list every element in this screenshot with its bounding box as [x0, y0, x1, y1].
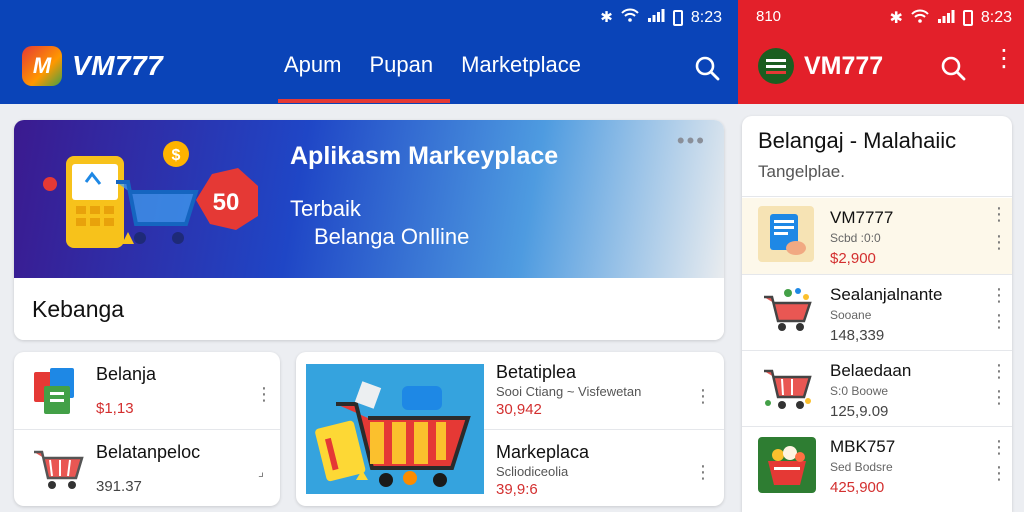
list-item[interactable]: MBK757 Sed Bodsre 425,900 ⋮ ⋮	[742, 426, 1012, 502]
product-subtitle: Scliodiceolia	[496, 464, 569, 479]
item-price: 425,900	[830, 479, 885, 496]
product-name: Belanja	[96, 364, 157, 384]
banner-footer: Kebanga	[14, 278, 724, 340]
cart-icon	[764, 288, 812, 331]
featured-product-card: Betatiplea Sooi Ctiang ~ Visfewetan 30,9…	[296, 352, 724, 506]
search-icon[interactable]	[940, 55, 966, 81]
item-price: 125,9.09	[830, 403, 889, 420]
app-logo[interactable]: M	[22, 46, 62, 86]
battery-icon	[962, 10, 973, 26]
discount-badge: 50	[213, 189, 240, 216]
menu-lines-icon	[766, 59, 786, 74]
item-subtitle: Sooane	[830, 308, 872, 322]
cart-icon	[34, 450, 84, 489]
product-list-card: Belanja $1,13 ⋮ Belatanpeloc 391.37 ⌟	[14, 352, 280, 506]
status-time: 8:23	[980, 9, 1012, 26]
wifi-icon	[621, 8, 639, 27]
banner-subtitle-2: Belanga Onlline	[314, 224, 470, 249]
item-name: Sealanjalnante	[830, 285, 943, 304]
product-price: 30,942	[496, 401, 542, 418]
more-vert-icon[interactable]: ⋮	[990, 361, 1008, 381]
item-subtitle: S:0 Boowe	[830, 384, 889, 398]
item-subtitle: Scbd :0:0	[830, 231, 881, 245]
search-icon[interactable]	[694, 55, 720, 81]
tab-marketplace[interactable]: Marketplace	[461, 52, 581, 82]
shopping-illustration: $ 50	[43, 141, 258, 248]
more-vert-icon[interactable]: ⋮	[992, 47, 1016, 71]
status-left-text: 810	[756, 8, 782, 25]
bluetooth-icon: ✱	[889, 10, 903, 27]
app-brand-name: VM777	[804, 52, 884, 80]
more-vert-icon[interactable]: ⋮	[694, 462, 712, 482]
list-item[interactable]: Belatanpeloc 391.37 ⌟	[14, 429, 280, 506]
panel-subtitle: Tangelplae.	[758, 162, 845, 181]
nav-tabs: Apum Pupan Marketplace	[284, 52, 581, 82]
list-item[interactable]: Betatiplea Sooi Ctiang ~ Visfewetan 30,9…	[484, 352, 724, 429]
product-name: Markeplaca	[496, 442, 590, 462]
more-vert-icon[interactable]: ⋮	[255, 384, 273, 404]
signal-icon	[937, 9, 955, 28]
banner-title: Aplikasm Markeyplace	[290, 142, 559, 170]
more-vert-icon[interactable]: ⋮	[990, 437, 1008, 457]
app-header: ✱ 8:23 M VM777 Apum Pupan Marketplace	[0, 0, 738, 104]
status-bar: ✱ 8:23	[889, 8, 1012, 28]
banner-footer-label: Kebanga	[32, 296, 125, 322]
right-app-screen: 810 ✱ 8:23 VM777 ⋮ Belangaj - Malahaiic …	[738, 0, 1024, 512]
tab-pupan[interactable]: Pupan	[369, 52, 433, 82]
item-subtitle: Sed Bodsre	[830, 460, 893, 474]
item-price: $2,900	[830, 250, 876, 267]
status-time: 8:23	[690, 8, 722, 26]
list-item[interactable]: Sealanjalnante Sooane 148,339 ⋮ ⋮	[742, 274, 1012, 350]
list-item[interactable]: Belaedaan S:0 Boowe 125,9.09 ⋮ ⋮	[742, 350, 1012, 426]
item-name: Belaedaan	[830, 361, 912, 380]
phone-card-icon	[758, 206, 814, 262]
status-bar: ✱ 8:23	[600, 8, 722, 27]
panel-title: Belangaj - Malahaiic	[758, 128, 957, 153]
signal-icon	[647, 8, 665, 27]
app-brand-name: VM777	[72, 50, 164, 81]
promo-banner: $ 50 Aplikasm Markeyplace Terbaik Belang…	[14, 120, 724, 278]
product-name: Betatiplea	[496, 362, 577, 382]
shopping-bag-icon	[34, 368, 74, 414]
logo-letter: M	[32, 53, 52, 78]
list-item[interactable]: Markeplaca Scliodiceolia 39,9:6 ⋮	[484, 429, 724, 506]
product-name: Belatanpeloc	[96, 442, 201, 462]
more-vert-icon[interactable]: ⋮	[694, 386, 712, 406]
more-vert-icon[interactable]: ⋮	[990, 311, 1008, 331]
promo-banner-card[interactable]: $ 50 Aplikasm Markeyplace Terbaik Belang…	[14, 120, 724, 340]
svg-text:$: $	[172, 147, 181, 164]
list-item[interactable]: VM7777 Scbd :0:0 $2,900 ⋮ ⋮	[742, 198, 1012, 274]
tab-apum[interactable]: Apum	[284, 52, 341, 82]
more-horizontal-icon[interactable]: •••	[677, 128, 706, 154]
list-item[interactable]: Belanja $1,13 ⋮	[14, 352, 280, 429]
wifi-icon	[911, 9, 929, 28]
product-price: 391.37	[96, 478, 142, 495]
more-vert-icon[interactable]: ⋮	[990, 387, 1008, 407]
item-name: VM7777	[830, 208, 894, 227]
product-subtitle: Sooi Ctiang ~ Visfewetan	[496, 384, 642, 399]
active-tab-indicator	[278, 99, 450, 103]
banner-subtitle: Terbaik	[290, 196, 361, 221]
cart-illustration	[306, 364, 484, 494]
cart-icon	[764, 369, 812, 409]
more-vert-icon[interactable]: ⋮	[990, 232, 1008, 252]
divider	[742, 196, 1012, 197]
item-name: MBK757	[830, 437, 896, 456]
left-app-screen: ✱ 8:23 M VM777 Apum Pupan Marketplace $ …	[0, 0, 738, 512]
battery-icon	[672, 9, 683, 26]
app-logo[interactable]	[758, 48, 794, 84]
product-price: $1,13	[96, 400, 134, 417]
app-header: 810 ✱ 8:23 VM777 ⋮	[738, 0, 1024, 104]
more-icon[interactable]: ⌟	[255, 462, 267, 482]
more-vert-icon[interactable]: ⋮	[990, 204, 1008, 224]
more-vert-icon[interactable]: ⋮	[990, 463, 1008, 483]
grocery-basket-icon	[758, 437, 816, 493]
category-panel: Belangaj - Malahaiic Tangelplae. VM7777 …	[742, 116, 1012, 512]
item-price: 148,339	[830, 327, 885, 344]
more-vert-icon[interactable]: ⋮	[990, 285, 1008, 305]
product-price: 39,9:6	[496, 481, 538, 498]
bluetooth-icon: ✱	[600, 9, 613, 26]
